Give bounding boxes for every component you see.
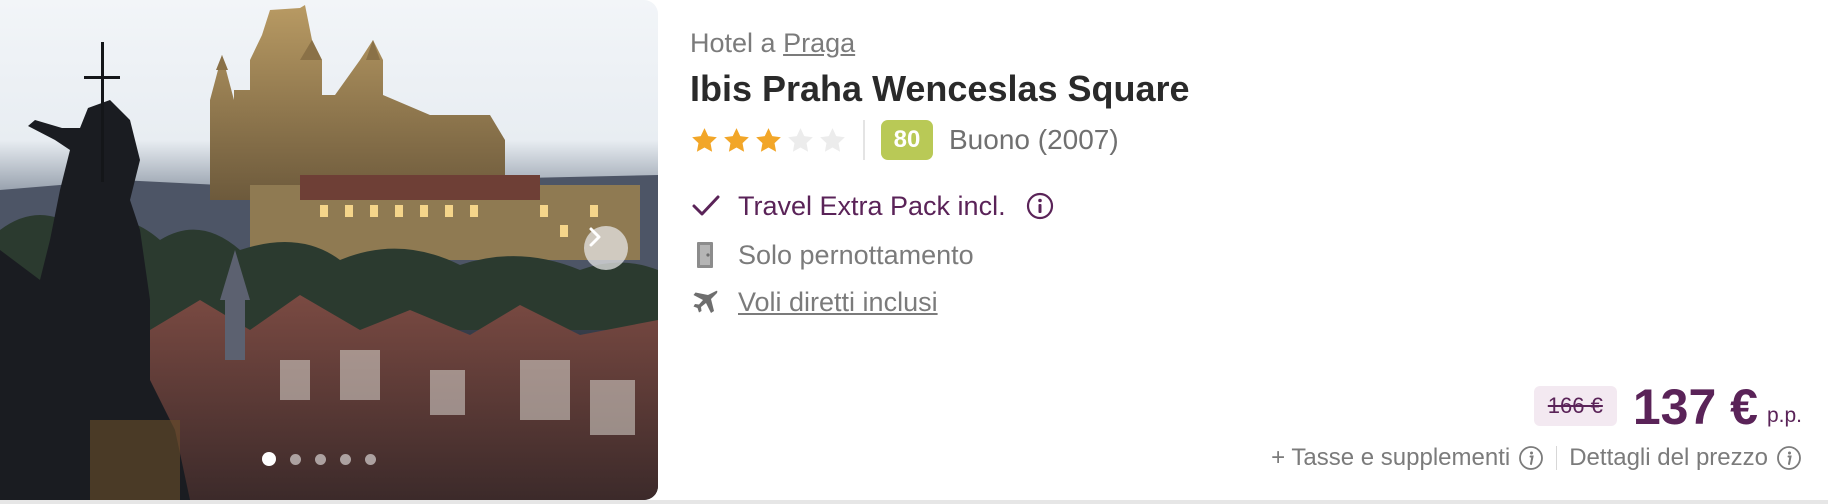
plane-icon xyxy=(690,286,722,318)
info-icon[interactable] xyxy=(1776,445,1802,471)
details-divider xyxy=(1556,446,1558,470)
location-prefix: Hotel a xyxy=(690,28,776,58)
feature-flights[interactable]: Voli diretti inclusi xyxy=(690,286,938,318)
star-filled-icon xyxy=(724,127,749,152)
gallery-next-button[interactable] xyxy=(584,226,628,270)
feature-link[interactable]: Voli diretti inclusi xyxy=(738,287,938,318)
per-person-label: p.p. xyxy=(1766,404,1802,427)
gallery-dot[interactable] xyxy=(290,453,301,465)
feature-board-type: Solo pernottamento xyxy=(690,239,974,271)
gallery-dot[interactable] xyxy=(340,453,351,465)
review-summary[interactable]: Buono (2007) xyxy=(949,124,1119,156)
star-empty-icon xyxy=(820,127,845,152)
location-city-link[interactable]: Praga xyxy=(783,28,855,58)
price-details-row: + Tasse e supplementi Dettagli del prezz… xyxy=(1271,444,1802,472)
star-empty-icon xyxy=(788,127,813,152)
star-rating xyxy=(690,126,847,155)
gallery-dot[interactable] xyxy=(262,452,276,466)
rating-row: 80 Buono (2007) xyxy=(690,118,1119,162)
old-price: 166 € xyxy=(1533,386,1617,426)
star-filled-icon xyxy=(692,127,717,152)
rating-divider xyxy=(863,120,865,160)
feature-label: Solo pernottamento xyxy=(738,239,974,270)
info-icon[interactable] xyxy=(1026,192,1054,220)
door-icon xyxy=(690,239,722,271)
hotel-name[interactable]: Ibis Praha Wenceslas Square xyxy=(690,68,1190,110)
price-details-link[interactable]: Dettagli del prezzo xyxy=(1569,444,1768,472)
hotel-location: Hotel a Praga xyxy=(690,28,855,59)
price-block: 166 € 137 € p.p. xyxy=(1533,379,1802,435)
taxes-label: + Tasse e supplementi xyxy=(1271,444,1511,471)
hotel-photo xyxy=(0,5,658,500)
star-filled-icon xyxy=(756,127,781,152)
gallery-pagination xyxy=(262,452,376,466)
info-icon[interactable] xyxy=(1518,445,1544,471)
gallery-dot[interactable] xyxy=(315,453,326,465)
gallery-dot[interactable] xyxy=(365,453,376,465)
feature-label: Travel Extra Pack incl. xyxy=(738,190,1006,221)
checkmark-icon xyxy=(690,190,722,222)
chevron-right-icon xyxy=(589,227,601,247)
feature-travel-extra-pack: Travel Extra Pack incl. xyxy=(690,190,1054,222)
current-price: 137 € xyxy=(1632,379,1758,435)
review-score-badge[interactable]: 80 xyxy=(881,120,933,160)
hotel-card[interactable]: Hotel a Praga Ibis Praha Wenceslas Squar… xyxy=(0,0,1828,504)
hotel-image-gallery[interactable] xyxy=(0,0,658,500)
